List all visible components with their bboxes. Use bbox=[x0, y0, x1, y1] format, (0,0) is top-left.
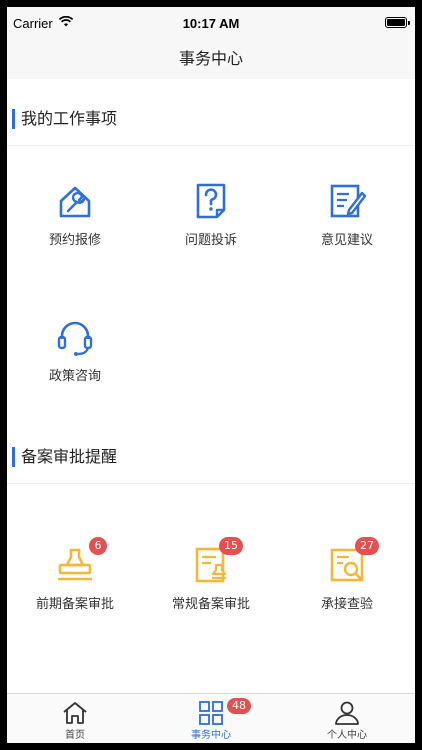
home-icon bbox=[63, 702, 87, 724]
tile-handover-inspection[interactable]: 27 承接查验 bbox=[279, 537, 415, 635]
approval-section-title: 备案审批提醒 bbox=[21, 447, 118, 466]
count-badge: 27 bbox=[355, 537, 379, 555]
work-section-title: 我的工作事项 bbox=[21, 109, 118, 128]
status-time: 10:17 AM bbox=[182, 16, 240, 31]
headset-icon bbox=[57, 321, 93, 356]
tile-complaint[interactable]: 问题投诉 bbox=[143, 181, 279, 271]
tile-label: 预约报修 bbox=[48, 233, 101, 248]
stamp-icon bbox=[58, 548, 92, 581]
tile-repair-booking[interactable]: 预约报修 bbox=[7, 181, 143, 271]
phone-screen: Carrier 10:17 AM 事务中心 我的工作事项 预约报修 问题投诉 意… bbox=[7, 7, 415, 743]
page-title: 事务中心 bbox=[178, 49, 243, 68]
grid-icon bbox=[199, 701, 223, 725]
count-badge: 6 bbox=[89, 537, 107, 555]
tile-label: 政策咨询 bbox=[48, 369, 101, 384]
divider bbox=[7, 483, 415, 484]
tile-policy-consult[interactable]: 政策咨询 bbox=[7, 317, 143, 407]
divider bbox=[7, 145, 415, 146]
tab-personal-center[interactable]: 个人中心 bbox=[279, 694, 415, 743]
tile-early-filing-approval[interactable]: 6 前期备案审批 bbox=[7, 537, 143, 635]
tab-home[interactable]: 首页 bbox=[7, 694, 143, 743]
wrench-house-icon bbox=[59, 186, 91, 218]
tab-label: 个人中心 bbox=[327, 730, 367, 741]
tab-bar: 首页 48 事务中心 个人中心 bbox=[7, 693, 415, 743]
work-section-header: 我的工作事项 bbox=[7, 99, 415, 137]
section-accent-bar bbox=[12, 447, 15, 467]
nav-bar: 事务中心 bbox=[7, 39, 415, 79]
count-badge: 48 bbox=[227, 698, 251, 714]
tab-label: 事务中心 bbox=[191, 730, 231, 741]
tile-label: 意见建议 bbox=[320, 233, 373, 248]
tile-label: 常规备案审批 bbox=[171, 597, 250, 612]
status-bar: Carrier 10:17 AM bbox=[7, 7, 415, 39]
pen-note-icon bbox=[330, 184, 367, 218]
tile-label: 承接查验 bbox=[320, 597, 373, 612]
person-icon bbox=[335, 701, 359, 725]
tab-label: 首页 bbox=[65, 730, 85, 741]
section-accent-bar bbox=[12, 109, 15, 129]
tab-affairs-center[interactable]: 48 事务中心 bbox=[143, 694, 279, 743]
tile-label: 问题投诉 bbox=[184, 233, 237, 248]
question-document-icon bbox=[196, 183, 226, 219]
count-badge: 15 bbox=[219, 537, 243, 555]
tile-suggestion[interactable]: 意见建议 bbox=[279, 181, 415, 271]
tile-label: 前期备案审批 bbox=[35, 597, 114, 612]
battery-icon bbox=[385, 17, 410, 28]
approval-section-header: 备案审批提醒 bbox=[7, 437, 415, 475]
tile-regular-filing-approval[interactable]: 15 常规备案审批 bbox=[143, 537, 279, 635]
